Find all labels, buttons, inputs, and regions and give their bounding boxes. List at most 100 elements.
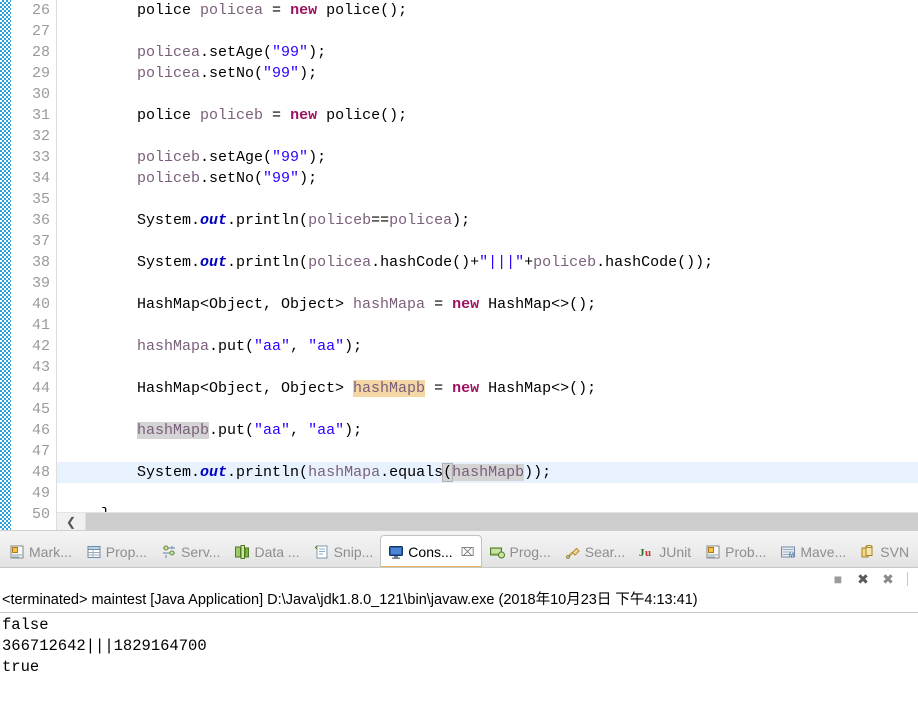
- code-editor[interactable]: 26 27 28 29 30 31 32 33 34 35 36 37 38 3…: [0, 0, 918, 530]
- line-number: 44: [31, 380, 50, 397]
- tab-data-source-explorer[interactable]: Data ...: [227, 537, 306, 567]
- code-line[interactable]: police policeb = new police();: [57, 105, 918, 126]
- problems-icon: [705, 544, 721, 560]
- tab-label: Snip...: [333, 544, 374, 560]
- servers-icon: [161, 544, 177, 560]
- tab-problems[interactable]: Prob...: [698, 537, 773, 567]
- line-number: 45: [31, 401, 50, 418]
- line-number: 46: [31, 422, 50, 439]
- code-line[interactable]: police policea = new police();: [57, 0, 918, 21]
- tab-markers[interactable]: Mark...: [2, 537, 79, 567]
- line-number: 38: [31, 254, 50, 271]
- code-line[interactable]: policeb.setAge("99");: [57, 147, 918, 168]
- code-line[interactable]: [57, 21, 918, 42]
- tab-console[interactable]: Cons... ⌧: [380, 535, 483, 567]
- code-line[interactable]: policea.setAge("99");: [57, 42, 918, 63]
- matching-bracket-highlight: (: [442, 463, 454, 482]
- code-line[interactable]: [57, 483, 918, 504]
- code-line[interactable]: HashMap<Object, Object> hashMapa = new H…: [57, 294, 918, 315]
- code-line[interactable]: policea.setNo("99");: [57, 63, 918, 84]
- properties-icon: [86, 544, 102, 560]
- tab-maven[interactable]: M Mave...: [773, 537, 853, 567]
- code-line-with-cursor[interactable]: System.out.println(hashMapa.equals(hashM…: [57, 462, 918, 483]
- tab-label: Prog...: [509, 544, 551, 560]
- snippets-icon: [314, 544, 330, 560]
- remove-all-terminated-button[interactable]: ✖: [880, 571, 896, 587]
- maven-icon: M: [780, 544, 796, 560]
- tab-label: Cons...: [408, 543, 453, 560]
- line-number: 41: [31, 317, 50, 334]
- line-number: 34: [31, 170, 50, 187]
- console-view-toolbar[interactable]: ■ ✖ ✖: [0, 568, 918, 590]
- tab-svn[interactable]: SVN: [853, 537, 916, 567]
- console-output-line: true: [2, 658, 40, 676]
- bottom-view-stack: Mark... Prop... Serv... Data ... Snip...…: [0, 530, 918, 717]
- tab-progress[interactable]: Prog...: [482, 537, 557, 567]
- line-number: 43: [31, 359, 50, 376]
- remove-launch-button[interactable]: ✖: [855, 571, 871, 587]
- view-tab-bar[interactable]: Mark... Prop... Serv... Data ... Snip...…: [0, 531, 918, 568]
- code-line[interactable]: [57, 84, 918, 105]
- scroll-left-arrow-icon[interactable]: ❮: [57, 513, 86, 530]
- code-line[interactable]: [57, 126, 918, 147]
- code-line[interactable]: [57, 273, 918, 294]
- code-line[interactable]: System.out.println(policea.hashCode()+"|…: [57, 252, 918, 273]
- code-line[interactable]: [57, 189, 918, 210]
- tab-label: JUnit: [659, 544, 692, 560]
- read-occurrence-highlight: hashMapb: [137, 422, 210, 439]
- junit-icon: Ju: [639, 544, 655, 560]
- line-number: 40: [31, 296, 50, 313]
- line-number: 26: [31, 2, 50, 19]
- tab-snippets[interactable]: Snip...: [307, 537, 381, 567]
- source-code-text[interactable]: police policea = new police(); policea.s…: [57, 0, 918, 530]
- console-output-line: false: [2, 616, 49, 634]
- code-line[interactable]: [57, 315, 918, 336]
- console-launch-header: <terminated> maintest [Java Application]…: [0, 590, 918, 613]
- data-source-explorer-icon: [234, 544, 250, 560]
- line-number: 28: [31, 44, 50, 61]
- line-number: 47: [31, 443, 50, 460]
- line-number: 42: [31, 338, 50, 355]
- line-number: 27: [31, 23, 50, 40]
- console-output[interactable]: false 366712642|||1829164700 true: [0, 613, 918, 717]
- tab-label: Mave...: [800, 544, 847, 560]
- code-line[interactable]: [57, 357, 918, 378]
- code-line[interactable]: hashMapa.put("aa", "aa");: [57, 336, 918, 357]
- close-icon[interactable]: ⌧: [461, 545, 475, 559]
- markers-icon: [9, 544, 25, 560]
- line-number: 50: [31, 506, 50, 523]
- terminate-button[interactable]: ■: [830, 571, 846, 587]
- console-icon: [388, 544, 404, 560]
- code-line[interactable]: HashMap<Object, Object> hashMapb = new H…: [57, 378, 918, 399]
- code-line[interactable]: [57, 231, 918, 252]
- code-line[interactable]: hashMapb.put("aa", "aa");: [57, 420, 918, 441]
- line-number: 29: [31, 65, 50, 82]
- eclipse-ide-window: 26 27 28 29 30 31 32 33 34 35 36 37 38 3…: [0, 0, 918, 717]
- tab-label: Serv...: [181, 544, 221, 560]
- tab-label: SVN: [880, 544, 910, 560]
- tab-junit[interactable]: Ju JUnit: [632, 537, 698, 567]
- line-number: 48: [31, 464, 50, 481]
- line-number: 36: [31, 212, 50, 229]
- line-number: 33: [31, 149, 50, 166]
- code-line[interactable]: [57, 441, 918, 462]
- console-output-line: 366712642|||1829164700: [2, 637, 207, 655]
- tab-label: Prop...: [105, 544, 148, 560]
- read-occurrence-highlight: hashMapb: [452, 464, 525, 481]
- editor-horizontal-scrollbar[interactable]: ❮: [57, 512, 918, 530]
- line-number: 31: [31, 107, 50, 124]
- code-line[interactable]: [57, 399, 918, 420]
- tab-servers[interactable]: Serv...: [154, 537, 227, 567]
- tab-search[interactable]: Sear...: [558, 537, 632, 567]
- code-line[interactable]: policeb.setNo("99");: [57, 168, 918, 189]
- toolbar-separator: [907, 572, 908, 586]
- line-number: 30: [31, 86, 50, 103]
- line-number: 37: [31, 233, 50, 250]
- line-number-ruler: 26 27 28 29 30 31 32 33 34 35 36 37 38 3…: [11, 0, 57, 530]
- code-line[interactable]: System.out.println(policeb==policea);: [57, 210, 918, 231]
- tab-label: Prob...: [725, 544, 767, 560]
- line-number: 39: [31, 275, 50, 292]
- scrollbar-thumb[interactable]: [86, 513, 918, 530]
- tab-properties[interactable]: Prop...: [79, 537, 154, 567]
- tab-label: Mark...: [29, 544, 72, 560]
